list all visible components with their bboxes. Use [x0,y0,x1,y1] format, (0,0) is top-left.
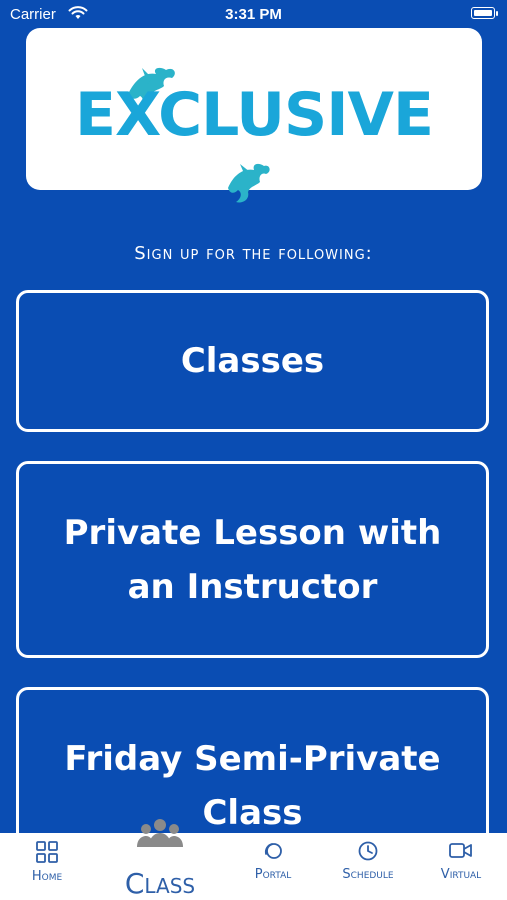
dragon-icon [228,163,270,203]
tab-label: Portal [254,867,292,882]
video-icon [449,843,472,858]
tab-schedule[interactable]: Schedule [330,833,406,900]
option-label: Classes [180,341,325,381]
signup-heading: Sign up for the following: [134,243,373,264]
tab-bar: Home Class Portal Schedule Virtual [0,819,507,900]
status-time: 3:31 PM [225,6,282,23]
option-label: Friday Semi-Private Class [64,739,441,833]
status-bar: Carrier 3:31 PM [0,0,507,30]
tab-label: Virtual [440,867,482,882]
clock-icon [358,841,378,861]
group-icon [137,819,183,847]
battery-icon [471,7,498,19]
tab-class[interactable]: Class [110,819,210,900]
logo-text: EXCLUSIVE [75,80,434,150]
tab-portal[interactable]: Portal [240,833,306,900]
grid-icon [36,841,58,863]
tab-label: Schedule [342,867,394,882]
tab-label: Class [124,867,196,900]
tab-virtual[interactable]: Virtual [428,833,494,900]
tab-label: Home [31,869,63,884]
classes-button[interactable]: Classes [16,290,489,432]
option-label: Private Lesson with an Instructor [63,512,442,607]
private-lesson-button[interactable]: Private Lesson with an Instructor [16,461,489,658]
portal-icon [264,843,282,859]
logo-card: EXCLUSIVE [26,28,482,203]
tab-home[interactable]: Home [12,833,82,900]
